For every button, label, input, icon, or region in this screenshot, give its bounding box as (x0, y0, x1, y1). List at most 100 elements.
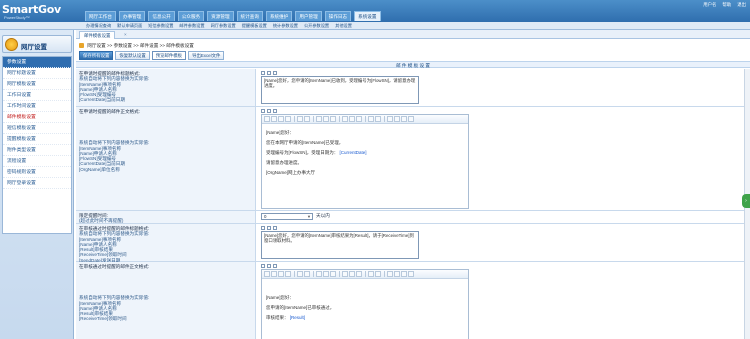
subnav-item[interactable]: 统计参数设置 (273, 22, 298, 30)
table-icon[interactable] (408, 271, 414, 277)
restore-default-button[interactable]: 恢复默认设置 (115, 51, 150, 60)
insert-icon[interactable] (273, 264, 277, 268)
link-icon[interactable] (387, 271, 393, 277)
copy-icon[interactable] (278, 116, 284, 122)
bold-icon[interactable] (316, 116, 322, 122)
sidebar-item-template[interactable]: 网厅模板设置 (3, 79, 71, 90)
sidebar-item-mail-template[interactable]: 邮件模板设置 (3, 112, 71, 123)
paste-icon[interactable] (285, 271, 291, 277)
top-tab-public-service[interactable]: 公众服务 (177, 11, 205, 21)
bg-color-icon[interactable] (375, 116, 381, 122)
subnav-item[interactable]: 公开参数设置 (304, 22, 329, 30)
top-tab-users[interactable]: 用户管理 (295, 11, 322, 21)
insert-icon[interactable] (273, 226, 277, 230)
sidebar-item-params[interactable]: 参数设置 (3, 57, 71, 68)
italic-icon[interactable] (323, 116, 329, 122)
align-center-icon[interactable] (349, 271, 355, 277)
sidebar-item-remind-template[interactable]: 提醒模板设置 (3, 134, 71, 145)
redo-icon[interactable] (304, 271, 310, 277)
bold-icon[interactable] (316, 271, 322, 277)
cut-icon[interactable] (271, 271, 277, 277)
font-color-icon[interactable] (368, 271, 374, 277)
breadcrumb-item[interactable]: 邮件设置 (140, 43, 158, 48)
approved-title-textarea[interactable]: [Name]您好，您申请的[ItemName]审核结果为[Result]，请于[… (261, 231, 419, 259)
cut-icon[interactable] (271, 116, 277, 122)
subnav-item[interactable]: 提醒模板设置 (242, 22, 267, 30)
sidebar-item-workday[interactable]: 工作日设置 (3, 90, 71, 101)
smartgov-logo: SmartGov PowerStudy™ (2, 3, 80, 20)
link-icon[interactable] (387, 116, 393, 122)
table-icon[interactable] (408, 116, 414, 122)
time-limit-select[interactable]: 0 ▼ (261, 213, 313, 220)
apply-title-textarea[interactable]: [Name]您好，您申请的[ItemName]已收到，受理编号为[FlowSN]… (261, 76, 419, 104)
source-icon[interactable] (264, 271, 270, 277)
italic-icon[interactable] (267, 264, 271, 268)
sidebar-item-sms-template[interactable]: 短信模板设置 (3, 123, 71, 134)
top-tab-disclosure[interactable]: 信息公开 (148, 11, 175, 21)
redo-icon[interactable] (304, 116, 310, 122)
italic-icon[interactable] (323, 271, 329, 277)
subnav-item[interactable]: 短信参数设置 (148, 22, 173, 30)
top-tab-affairs[interactable]: 办事管理 (118, 11, 146, 21)
align-right-icon[interactable] (356, 271, 362, 277)
underline-icon[interactable] (330, 271, 336, 277)
top-tab-maintenance[interactable]: 系统维护 (265, 11, 293, 21)
side-toggle-handle[interactable]: › (742, 194, 750, 208)
subnav-item[interactable]: 网厅参数设置 (211, 22, 236, 30)
align-left-icon[interactable] (342, 116, 348, 122)
save-all-button[interactable]: 保存所有设置 (79, 51, 114, 60)
italic-icon[interactable] (267, 226, 271, 230)
image-icon[interactable] (401, 116, 407, 122)
unlink-icon[interactable] (394, 116, 400, 122)
top-link-user[interactable]: 用户名 (703, 2, 716, 8)
bold-icon[interactable] (261, 109, 265, 113)
top-tab-statistics[interactable]: 统计查询 (236, 11, 263, 21)
preview-template-button[interactable]: 预览邮件模板 (151, 51, 187, 60)
top-link-logout[interactable]: 退出 (737, 2, 746, 8)
unlink-icon[interactable] (394, 271, 400, 277)
approved-body-editor[interactable]: [Name]您好： 您申请的[ItemName]已审核通过， 审核结果： [Re… (261, 269, 469, 339)
top-link-help[interactable]: 帮助 (722, 2, 731, 8)
source-icon[interactable] (264, 116, 270, 122)
top-tab-logs[interactable]: 操作日志 (324, 11, 352, 21)
paste-icon[interactable] (285, 116, 291, 122)
close-icon[interactable]: × (124, 32, 127, 37)
export-excel-button[interactable]: 导出Excel文件 (188, 51, 225, 60)
align-right-icon[interactable] (356, 116, 362, 122)
sidebar-item-login[interactable]: 网厅登录设置 (3, 178, 71, 189)
sidebar-item-password[interactable]: 密码规则设置 (3, 167, 71, 178)
top-tab-resources[interactable]: 资源管理 (207, 11, 234, 21)
subnav-item[interactable]: 办理情况查询 (86, 22, 111, 30)
copy-icon[interactable] (278, 271, 284, 277)
subnav-item[interactable]: 邮件参数设置 (179, 22, 204, 30)
breadcrumb-item[interactable]: 网厅设置 (87, 43, 105, 48)
top-tab-settings[interactable]: 系统设置 (354, 11, 381, 21)
subnav-item[interactable]: 其他设置 (335, 22, 352, 30)
align-left-icon[interactable] (342, 271, 348, 277)
bg-color-icon[interactable] (375, 271, 381, 277)
sidebar-item-worktime[interactable]: 工作时间设置 (3, 101, 71, 112)
underline-icon[interactable] (330, 116, 336, 122)
apply-body-editor[interactable]: [Name]您好： 您在本网厅申请的[ItemName]已受理， 受理编号为[F… (261, 114, 469, 209)
bold-icon[interactable] (261, 226, 265, 230)
font-color-icon[interactable] (368, 116, 374, 122)
editor-body[interactable]: [Name]您好： 您申请的[ItemName]已审核通过， 审核结果： [Re… (262, 279, 468, 327)
editor-body[interactable]: [Name]您好： 您在本网厅申请的[ItemName]已受理， 受理编号为[F… (262, 124, 468, 182)
italic-icon[interactable] (267, 109, 271, 113)
image-icon[interactable] (401, 271, 407, 277)
sidebar-item-attachment[interactable]: 附件类型设置 (3, 145, 71, 156)
breadcrumb-item[interactable]: 参数设置 (114, 43, 132, 48)
insert-icon[interactable] (273, 109, 277, 113)
bold-icon[interactable] (261, 71, 265, 75)
subnav-item[interactable]: 默认申请页面 (117, 22, 142, 30)
tab-mail-template[interactable]: 邮件模板设置 (79, 31, 116, 39)
top-tab-workbench[interactable]: 网厅工作台 (85, 11, 116, 21)
italic-icon[interactable] (267, 71, 271, 75)
sidebar-item-flow[interactable]: 流程设置 (3, 156, 71, 167)
bold-icon[interactable] (261, 264, 265, 268)
insert-icon[interactable] (273, 71, 277, 75)
undo-icon[interactable] (297, 116, 303, 122)
sidebar-item-title[interactable]: 网厅标题设置 (3, 68, 71, 79)
undo-icon[interactable] (297, 271, 303, 277)
align-center-icon[interactable] (349, 116, 355, 122)
